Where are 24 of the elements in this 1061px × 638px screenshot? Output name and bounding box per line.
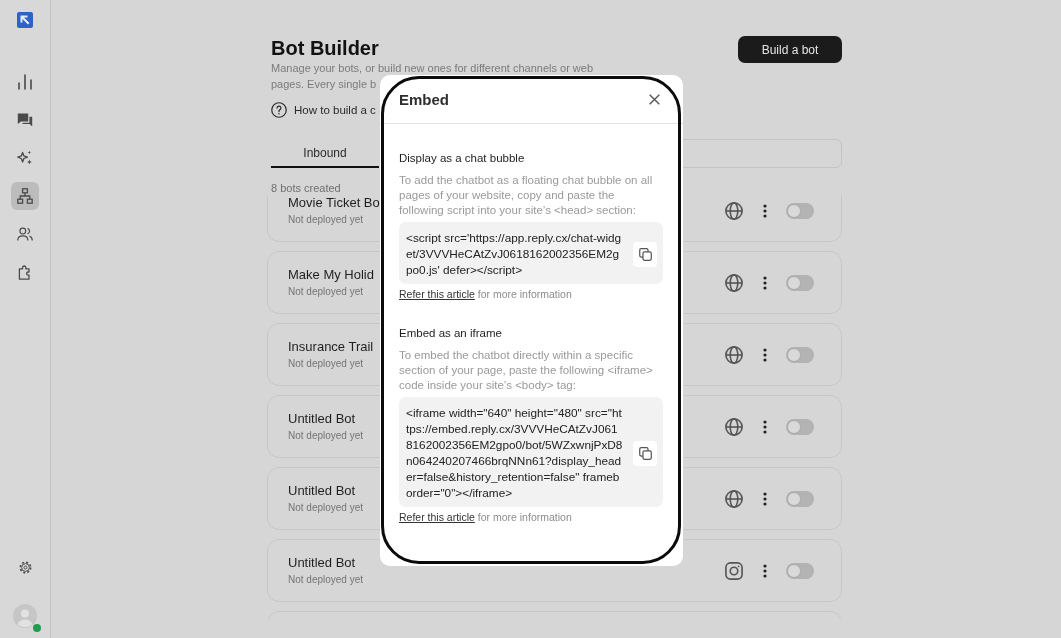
bot-status: Not deployed yet — [288, 357, 365, 370]
bot-status: Not deployed yet — [288, 429, 364, 442]
bot-status: Not deployed yet — [288, 501, 364, 514]
bot-name: Movie Ticket Bo — [288, 195, 380, 211]
embed-code: <script src='https://app.reply.cx/chat-widget/3VVVHeCAtZvJ0618162002356EM2gpo0.js' defer></script> — [406, 230, 623, 278]
bot-status: Not deployed yet — [288, 285, 365, 298]
bot-status: Not deployed yet — [288, 573, 364, 586]
bot-count: 8 bots created — [271, 181, 341, 195]
section-heading: Embed as an iframe — [399, 326, 503, 341]
page-description: Manage your bots, or build new ones for different channels or web pages. Every single b — [271, 61, 595, 92]
bot-name: Untitled Bot — [288, 483, 357, 499]
bot-name: Make My Holid — [288, 267, 374, 283]
bot-name: Untitled Bot — [288, 555, 357, 571]
embed-code: <iframe width="640" height="480" src="https://embed.reply.cx/3VVVHeCAtZvJ0618162002356EM2gpo0/bot/5WZxwnjPxD8n064240207466brqNNn61?display_header=false&history_retention=false" frameborder="0"></iframe> — [406, 405, 624, 501]
section-description: To add the chatbot as a floating chat bubble on all pages of your website, copy and paste the following script into your site’s <head> section: — [399, 173, 654, 218]
section-description: To embed the chatbot directly within a specific section of your page, paste the following <iframe> code inside your site’s <body> tag: — [399, 348, 654, 393]
section-heading: Display as a chat bubble — [399, 151, 526, 166]
bot-name: Untitled Bot — [288, 411, 357, 427]
dialog-title: Embed — [399, 90, 449, 108]
bot-status: Not deployed yet — [288, 213, 365, 226]
article-note: Refer this article for more information — [399, 287, 573, 301]
bot-name: Insurance Trail — [288, 339, 374, 355]
article-note: Refer this article for more information — [399, 510, 573, 524]
page-title: Bot Builder — [271, 36, 380, 60]
